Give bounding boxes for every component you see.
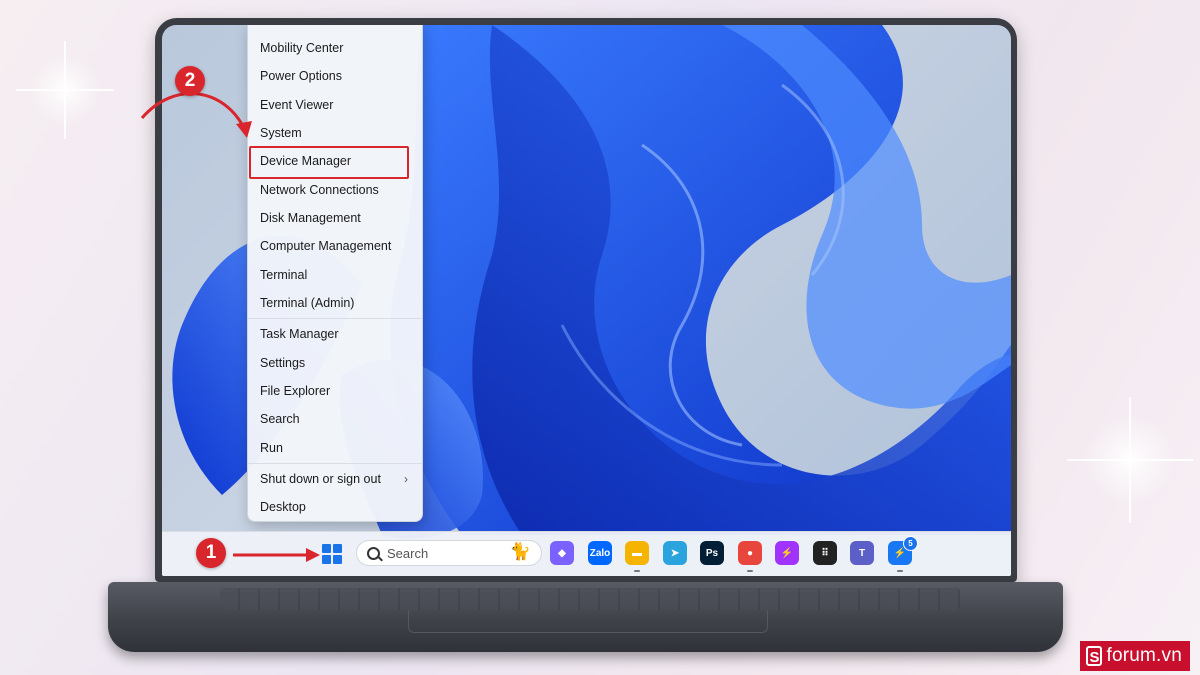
menu-item-mobility-center[interactable]: Mobility Center: [248, 35, 422, 61]
menu-item-computer-management[interactable]: Computer Management: [248, 233, 422, 259]
telegram-icon[interactable]: ➤: [663, 541, 687, 565]
taskbar-search-box[interactable]: Search 🐈: [356, 540, 542, 566]
windows-logo-icon: [333, 555, 342, 564]
menu-item-settings[interactable]: Settings: [248, 350, 422, 376]
windows-logo-icon: [322, 555, 331, 564]
menu-item-system[interactable]: System: [248, 120, 422, 146]
sparkle-decoration: [1085, 415, 1175, 505]
windows-logo-icon: [322, 544, 331, 553]
menu-item-file-explorer[interactable]: File Explorer: [248, 378, 422, 404]
menu-item-apps-partial[interactable]: [248, 25, 422, 31]
search-placeholder: Search: [387, 546, 429, 561]
teams-icon[interactable]: T: [850, 541, 874, 565]
menu-item-task-manager[interactable]: Task Manager: [248, 321, 422, 347]
chevron-right-icon: ›: [404, 472, 408, 486]
search-icon: [367, 547, 380, 560]
step-1-badge: 1: [196, 538, 226, 568]
device-manager-highlight: [249, 146, 409, 179]
messenger-icon[interactable]: ⚡: [775, 541, 799, 565]
menu-item-search[interactable]: Search: [248, 406, 422, 432]
menu-separator: [248, 318, 422, 319]
menu-separator: [248, 463, 422, 464]
sparkle-decoration: [30, 55, 100, 125]
taskbar: Search 🐈 ◆ Zalo ▬ ➤ Ps ● ⚡ ⠿ T ⚡ 5: [162, 531, 1011, 576]
running-indicator: [747, 570, 753, 572]
step-2-badge: 2: [175, 66, 205, 96]
sforum-logo-icon: S: [1086, 646, 1103, 666]
copilot-icon[interactable]: ◆: [550, 541, 574, 565]
watermark-text: forum.vn: [1106, 645, 1182, 666]
laptop-trackpad: [408, 610, 768, 633]
laptop-keyboard: [220, 588, 960, 610]
desktop-screen: Mobility Center Power Options Event View…: [162, 25, 1011, 576]
menu-item-terminal[interactable]: Terminal: [248, 262, 422, 288]
apps-grid-icon[interactable]: ⠿: [813, 541, 837, 565]
winx-context-menu: Mobility Center Power Options Event View…: [247, 25, 423, 522]
menu-item-terminal-admin[interactable]: Terminal (Admin): [248, 290, 422, 316]
menu-item-run[interactable]: Run: [248, 435, 422, 461]
menu-item-network-connections[interactable]: Network Connections: [248, 177, 422, 203]
menu-item-desktop[interactable]: Desktop: [248, 494, 422, 520]
notification-badge: 5: [903, 536, 918, 551]
messenger-badge-icon[interactable]: ⚡ 5: [888, 536, 918, 565]
menu-item-power-options[interactable]: Power Options: [248, 63, 422, 89]
chrome-icon[interactable]: ●: [738, 541, 762, 565]
site-watermark: S forum.vn: [1080, 641, 1190, 671]
start-button[interactable]: [322, 544, 342, 564]
photoshop-icon[interactable]: Ps: [700, 541, 724, 565]
folder-icon[interactable]: ▬: [625, 541, 649, 565]
menu-item-disk-management[interactable]: Disk Management: [248, 205, 422, 231]
running-indicator: [634, 570, 640, 572]
menu-item-shutdown-label: Shut down or sign out: [260, 472, 381, 486]
zalo-icon[interactable]: Zalo: [588, 541, 612, 565]
running-indicator: [897, 570, 903, 572]
menu-item-shutdown[interactable]: Shut down or sign out ›: [248, 466, 422, 492]
windows-logo-icon: [333, 544, 342, 553]
cat-illustration-icon: 🐈: [509, 542, 531, 561]
menu-item-event-viewer[interactable]: Event Viewer: [248, 92, 422, 118]
